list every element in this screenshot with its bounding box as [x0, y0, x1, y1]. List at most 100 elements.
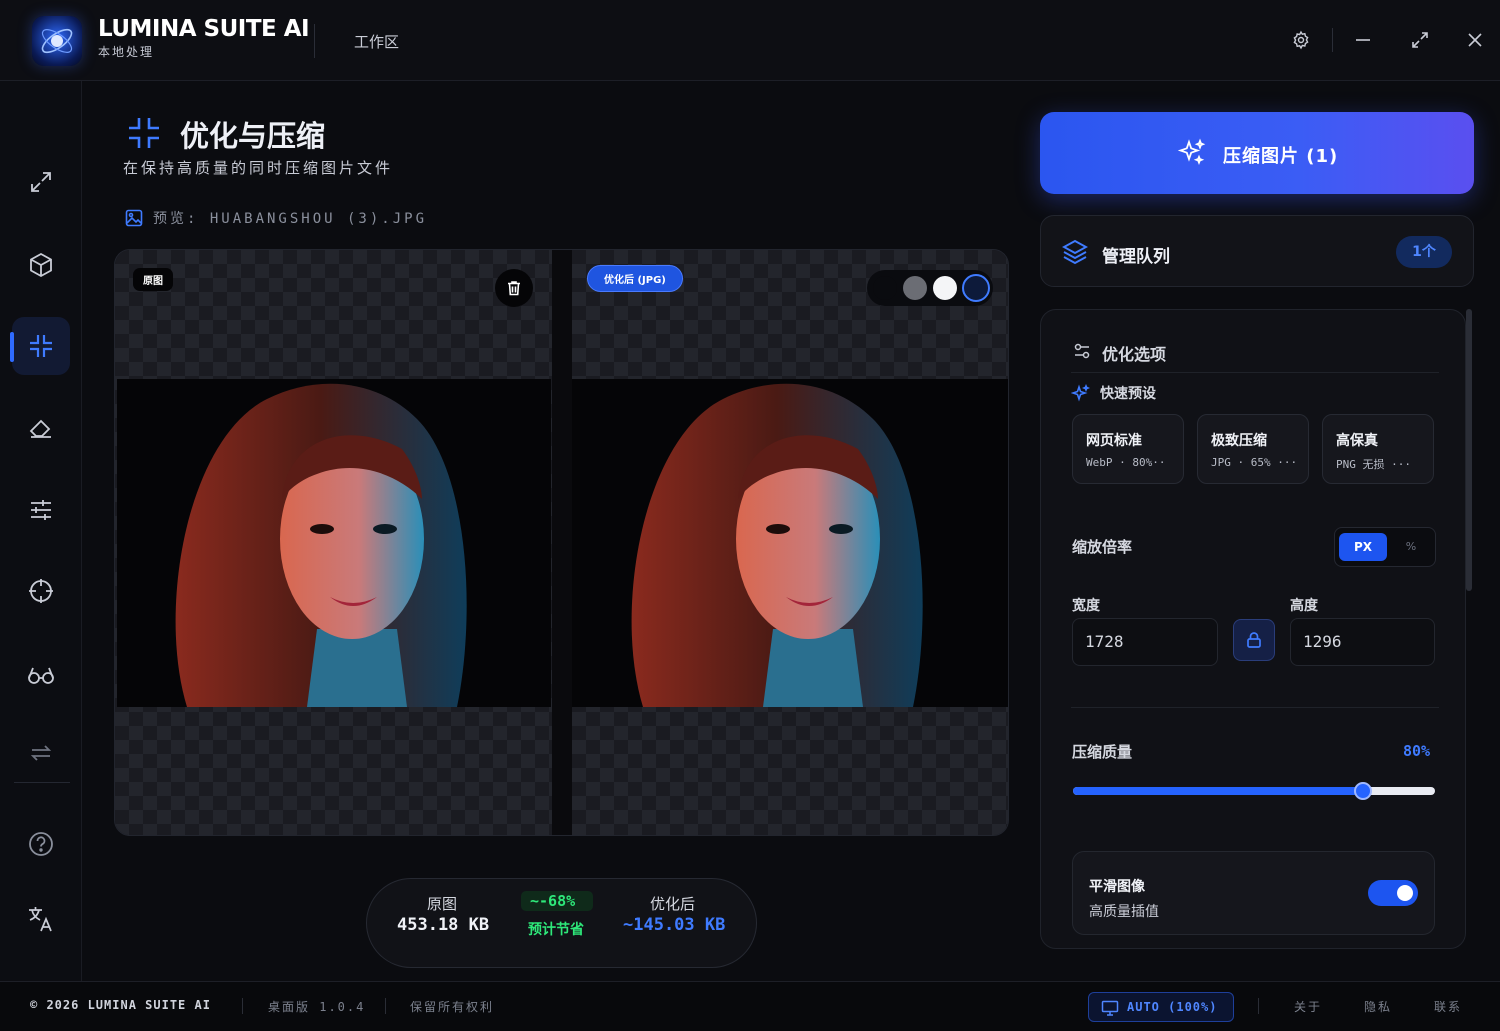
footer-contact-link[interactable]: 联系 — [1434, 998, 1462, 1015]
original-badge: 原图 — [133, 268, 173, 291]
footer-about-link[interactable]: 关于 — [1294, 998, 1322, 1015]
translate-icon — [29, 907, 52, 932]
sidebar-item-adjust[interactable] — [12, 481, 70, 539]
expand-arrows-icon — [31, 172, 51, 192]
compress-icon — [30, 335, 52, 357]
title-bar: LUMINA SUITE AI 本地处理 工作区 — [0, 0, 1500, 81]
optimized-size-label: 优化后 — [650, 895, 696, 913]
swatch-navy-selected[interactable] — [962, 274, 990, 302]
unit-percent-button[interactable]: % — [1391, 533, 1431, 561]
sliders-icon — [31, 500, 51, 520]
sidebar-item-3d[interactable] — [12, 236, 70, 294]
sidebar-item-compare[interactable] — [12, 645, 70, 703]
swatch-gray[interactable] — [903, 276, 927, 300]
sidebar-item-help[interactable] — [12, 815, 70, 873]
optimized-badge: 优化后 (JPG) — [587, 265, 683, 292]
queue-count-badge: 1个 — [1396, 236, 1452, 268]
eraser-icon — [29, 419, 51, 438]
background-swatch-picker — [867, 270, 993, 306]
preset-name: 高保真 — [1336, 433, 1378, 449]
cube-icon — [30, 252, 52, 278]
preset-spec: WebP · 80%·· — [1086, 456, 1166, 469]
original-size-label: 原图 — [427, 895, 458, 913]
options-divider — [1071, 372, 1439, 373]
zoom-mode-button[interactable]: AUTO (100%) — [1088, 992, 1234, 1022]
quality-slider[interactable] — [1073, 782, 1435, 800]
sidebar-item-erase[interactable] — [12, 399, 70, 457]
zoom-mode-label: AUTO (100%) — [1127, 1000, 1218, 1014]
preset-spec: PNG 无损 ··· — [1336, 458, 1411, 471]
delete-image-button[interactable] — [495, 269, 533, 307]
app-subtitle: 本地处理 — [98, 45, 155, 59]
optimized-image — [572, 379, 1008, 707]
close-button[interactable] — [1461, 26, 1489, 54]
height-input[interactable]: 1296 — [1290, 618, 1435, 666]
width-label: 宽度 — [1072, 598, 1100, 614]
compare-divider-handle[interactable] — [552, 250, 572, 835]
sparkle-icon — [1177, 138, 1206, 166]
compression-stats: 原图 453.18 KB ~-68% 预计节省 优化后 ~145.03 KB — [366, 878, 757, 968]
sidebar-item-language[interactable] — [12, 890, 70, 948]
preset-name: 极致压缩 — [1211, 433, 1267, 449]
footer-divider — [385, 998, 386, 1014]
gear-icon — [1293, 30, 1309, 50]
sidebar-item-target[interactable] — [12, 562, 70, 620]
options-title: 优化选项 — [1102, 345, 1167, 364]
footer-rights: 保留所有权利 — [410, 1000, 495, 1014]
footer: © 2026 LUMINA SUITE AI 桌面版 1.0.4 保留所有权利 … — [0, 981, 1500, 1031]
width-input[interactable]: 1728 — [1072, 618, 1218, 666]
quality-slider-thumb[interactable] — [1353, 782, 1372, 800]
close-icon — [1468, 33, 1482, 47]
sidebar-item-resize[interactable] — [12, 153, 70, 211]
sidebar-divider — [14, 782, 70, 783]
magic-sparkle-icon — [1071, 384, 1091, 402]
minimize-icon — [1356, 39, 1370, 41]
preview-compare-area[interactable]: 原图 优化后 (JPG) — [114, 249, 1009, 836]
settings-button[interactable] — [1287, 26, 1315, 54]
preset-name: 网页标准 — [1086, 433, 1142, 449]
sidebar — [0, 81, 82, 981]
maximize-button[interactable] — [1406, 26, 1434, 54]
preset-high-fidelity[interactable]: 高保真 PNG 无损 ··· — [1322, 414, 1434, 484]
scale-label: 缩放倍率 — [1072, 538, 1133, 556]
height-label: 高度 — [1290, 598, 1318, 614]
glasses-icon — [28, 667, 54, 684]
repeat-icon — [30, 745, 52, 761]
options-sliders-icon — [1074, 343, 1090, 359]
quality-slider-fill — [1073, 787, 1363, 795]
smooth-subtitle: 高质量插值 — [1089, 904, 1159, 920]
quick-presets-label: 快速预设 — [1100, 386, 1156, 402]
swatch-white[interactable] — [933, 276, 957, 300]
manage-queue-button[interactable]: 管理队列 1个 — [1040, 215, 1474, 287]
smooth-toggle[interactable] — [1368, 880, 1418, 906]
window-controls-divider — [1332, 28, 1333, 52]
original-size-value: 453.18 KB — [397, 915, 490, 935]
unit-toggle: PX % — [1334, 527, 1436, 567]
footer-version: 桌面版 1.0.4 — [268, 1000, 366, 1014]
image-icon — [125, 209, 143, 227]
sidebar-item-convert[interactable] — [12, 724, 70, 782]
options-scrollbar[interactable] — [1466, 309, 1472, 591]
aspect-lock-button[interactable] — [1233, 619, 1275, 661]
layers-icon — [1062, 239, 1088, 265]
preset-web-standard[interactable]: 网页标准 WebP · 80%·· — [1072, 414, 1184, 484]
footer-privacy-link[interactable]: 隐私 — [1364, 998, 1392, 1015]
sidebar-item-compress[interactable] — [12, 317, 70, 375]
workspace-menu[interactable]: 工作区 — [354, 31, 399, 52]
footer-divider — [242, 998, 243, 1014]
footer-divider — [1258, 998, 1259, 1014]
compress-button-label: 压缩图片 (1) — [1223, 146, 1339, 167]
sidebar-active-indicator — [10, 332, 14, 362]
options-divider-2 — [1071, 707, 1439, 708]
swatch-dark[interactable] — [873, 276, 897, 300]
app-title: LUMINA SUITE AI — [98, 16, 310, 42]
optimization-options-panel: 优化选项 快速预设 网页标准 WebP · 80%·· 极致压缩 JPG · 6… — [1040, 309, 1466, 949]
quality-label: 压缩质量 — [1072, 743, 1133, 761]
minimize-button[interactable] — [1349, 26, 1377, 54]
unit-px-button[interactable]: PX — [1339, 533, 1387, 561]
preset-spec: JPG · 65% ··· — [1211, 456, 1298, 469]
compress-images-button[interactable]: 压缩图片 (1) — [1040, 112, 1474, 194]
preset-extreme-compression[interactable]: 极致压缩 JPG · 65% ··· — [1197, 414, 1309, 484]
quality-value: 80% — [1403, 742, 1431, 760]
original-image — [117, 379, 551, 707]
